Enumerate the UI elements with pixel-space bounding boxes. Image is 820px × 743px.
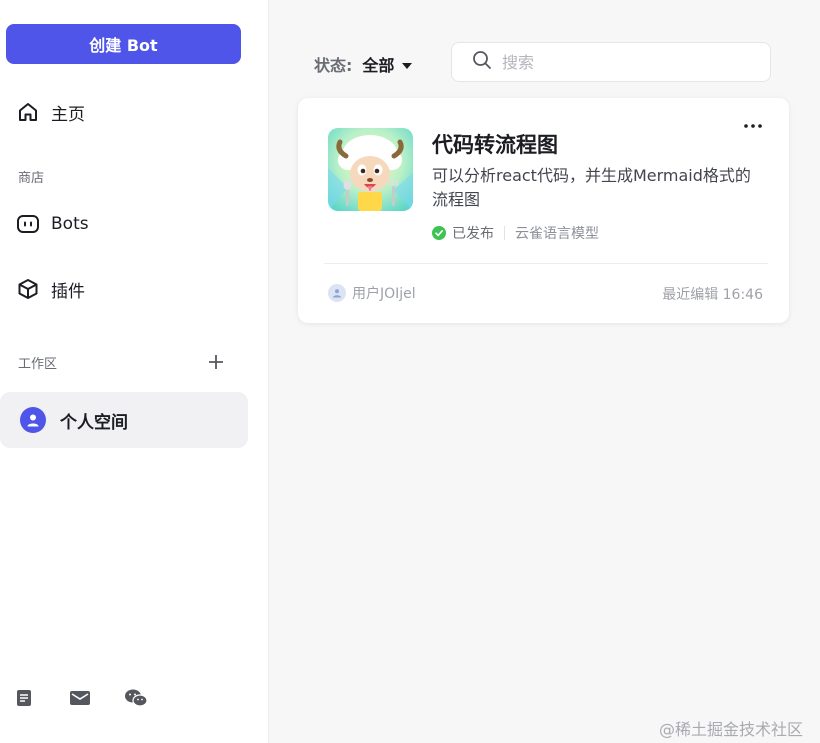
document-icon[interactable] — [12, 686, 36, 710]
sidebar-item-label: 插件 — [51, 281, 85, 302]
sidebar-item-home[interactable]: 主页 — [0, 86, 248, 138]
last-edited: 最近编辑 16:46 — [662, 287, 763, 303]
status-filter-value: 全部 — [362, 56, 395, 75]
search-input[interactable] — [502, 52, 752, 72]
sidebar: 创建 Bot 主页 商店 Bots 插件 工作区 个人空间 — [0, 0, 269, 743]
bot-owner: 用户JOIjel — [328, 283, 416, 303]
search-icon — [472, 50, 492, 74]
bot-title: 代码转流程图 — [432, 133, 558, 157]
bot-card[interactable]: 代码转流程图 可以分析react代码，并生成Mermaid格式的流程图 已发布 … — [298, 98, 789, 323]
user-avatar-icon — [20, 407, 46, 433]
bot-avatar-image — [328, 128, 413, 211]
card-divider — [324, 263, 768, 264]
create-bot-button[interactable]: 创建 Bot — [6, 24, 241, 64]
bot-description: 可以分析react代码，并生成Mermaid格式的流程图 — [432, 166, 751, 209]
check-circle-icon — [432, 226, 446, 240]
search-box[interactable] — [451, 42, 771, 82]
caret-down-icon — [402, 55, 413, 74]
cube-icon — [16, 277, 40, 301]
mail-icon[interactable] — [68, 686, 92, 710]
owner-avatar-icon — [328, 284, 346, 302]
sidebar-item-label: Bots — [51, 214, 89, 234]
sidebar-item-plugins[interactable]: 插件 — [0, 263, 248, 315]
add-workspace-icon[interactable] — [204, 350, 228, 374]
workspace-section-label: 工作区 — [18, 357, 58, 372]
publish-status: 已发布 — [452, 226, 494, 242]
sidebar-item-label: 主页 — [51, 104, 85, 125]
more-options-icon[interactable] — [742, 118, 764, 134]
bot-meta: 已发布 云雀语言模型 — [432, 223, 599, 243]
wechat-icon[interactable] — [124, 686, 148, 710]
model-name: 云雀语言模型 — [515, 226, 599, 242]
sidebar-item-personal-space[interactable]: 个人空间 — [0, 392, 248, 448]
status-filter[interactable]: 状态: 全部 — [314, 52, 413, 76]
owner-name: 用户JOIjel — [352, 286, 416, 302]
personal-space-label: 个人空间 — [60, 412, 128, 433]
meta-divider — [504, 226, 505, 240]
watermark: @稀土掘金技术社区 — [659, 720, 804, 739]
home-icon — [16, 100, 40, 124]
sidebar-footer — [12, 686, 148, 710]
store-section-label: 商店 — [18, 171, 45, 186]
status-filter-label: 状态: — [314, 56, 353, 75]
bot-icon — [16, 212, 40, 236]
sidebar-item-bots[interactable]: Bots — [0, 198, 248, 250]
